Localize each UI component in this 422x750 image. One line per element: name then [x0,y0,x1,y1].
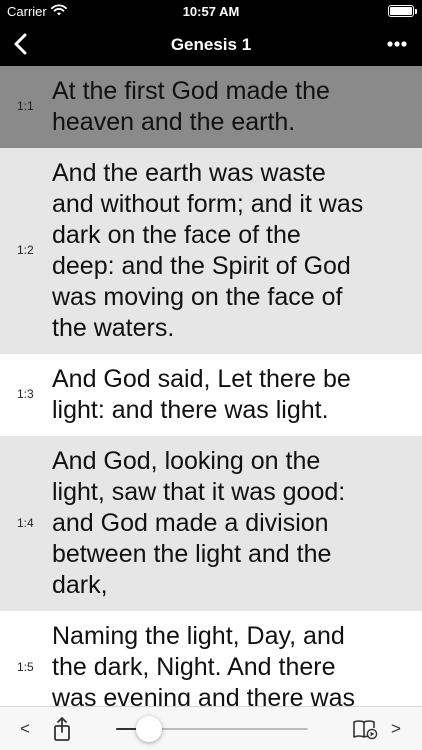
previous-chapter-button[interactable]: < [20,719,30,739]
verse-line: and without form; and it was [52,190,364,218]
verse-line: deep: and the Spirit of God [52,252,351,280]
verse-line: the waters. [52,314,175,342]
verse-text: And the earth was waste and without form;… [52,158,363,344]
verse-line: and God made a division [52,509,329,537]
verse-line: light, saw that it was good: [52,478,346,506]
verse-line: was evening and there was [52,684,355,706]
verse-line: between the light and the [52,540,332,568]
verse-text: Naming the light, Day, and the dark, Nigh… [52,621,355,706]
verse-row[interactable]: 1:4 And God, looking on the light, saw tha… [0,436,422,611]
verse-line: dark on the face of the [52,221,301,249]
verse-number: 1:1 [17,99,34,113]
verse-line: heaven and the earth. [52,108,296,136]
verse-line: At the first God made the [52,77,330,105]
clock: 10:57 AM [182,4,240,19]
bottom-toolbar: < > [0,706,422,750]
verse-line: light: and there was light. [52,396,329,424]
book-play-icon[interactable] [352,717,378,746]
verse-line: dark, [52,571,108,599]
verse-number: 1:4 [17,515,34,530]
verse-line: the dark, Night. And there [52,653,336,681]
verse-number: 1:3 [17,387,34,401]
navigation-bar: Genesis 1 [0,22,422,66]
verse-number: 1:2 [17,243,34,257]
verse-row[interactable]: 1:2 And the earth was waste and without fo… [0,148,422,354]
verse-line: was moving on the face of [52,283,343,311]
battery-icon [388,5,417,17]
verse-row[interactable]: 1:5 Naming the light, Day, and the dark, N… [0,611,422,706]
page-title: Genesis 1 [170,35,252,54]
share-icon[interactable] [51,716,73,747]
verse-text: And God, looking on the light, saw that i… [52,446,345,601]
verse-row[interactable]: 1:1 At the first God made the heaven and t… [0,66,422,148]
verse-line: And the earth was waste [52,159,326,187]
verse-text: At the first God made the heaven and the … [52,76,330,138]
verse-text: And God said, Let there be light: and the… [52,364,351,426]
next-chapter-button[interactable]: > [391,719,401,739]
verse-number: 1:5 [17,659,34,674]
ellipsis-icon[interactable] [382,30,412,58]
chapter-slider-thumb[interactable] [135,716,162,742]
verse-row[interactable]: 1:3 And God said, Let there be light: and … [0,354,422,436]
verse-line: And God, looking on the [52,447,321,475]
verse-line: And God said, Let there be [52,365,351,393]
verse-list: 1:1 At the first God made the heaven and t… [0,66,422,706]
verse-line: Naming the light, Day, and [52,622,345,650]
status-bar: Carrier 10:57 AM [0,0,422,22]
